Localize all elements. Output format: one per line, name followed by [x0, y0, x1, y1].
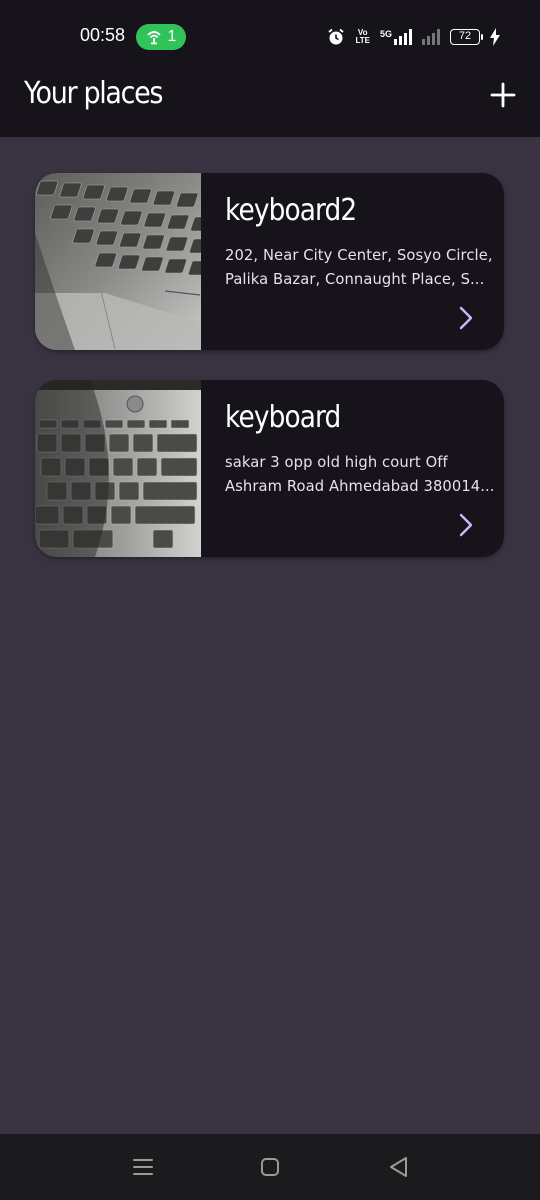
place-card[interactable]: keyboard sakar 3 opp old high court Off … — [35, 380, 504, 557]
place-image — [35, 173, 201, 350]
status-time: 00:58 — [80, 25, 126, 45]
places-list: keyboard2 202, Near City Center, Sosyo C… — [35, 173, 504, 587]
hotspot-indicator: 1 — [136, 24, 186, 50]
signal-secondary-icon — [422, 29, 440, 45]
back-icon — [390, 1157, 407, 1177]
battery-level: 72 — [458, 30, 472, 42]
place-address-line: Palika Bazar, Connaught Place, S... — [225, 270, 485, 288]
signal-primary: 5G — [380, 29, 412, 45]
menu-icon — [133, 1159, 153, 1175]
home-icon — [261, 1158, 279, 1176]
volte-indicator: Vo LTE — [355, 29, 370, 45]
place-title: keyboard — [225, 400, 341, 435]
signal-bars-icon — [394, 29, 412, 45]
hotspot-icon — [146, 31, 161, 45]
place-address-line: Ashram Road Ahmedabad 380014... — [225, 477, 495, 495]
home-button[interactable] — [257, 1154, 283, 1180]
place-address: sakar 3 opp old high court Off Ashram Ro… — [225, 450, 501, 498]
volte-bottom-label: LTE — [355, 36, 370, 45]
add-place-button[interactable] — [488, 80, 518, 110]
place-title: keyboard2 — [225, 193, 357, 228]
network-type-label: 5G — [379, 29, 392, 39]
chevron-right-icon — [459, 513, 473, 537]
recent-apps-button[interactable] — [130, 1154, 156, 1180]
status-icons: Vo LTE 5G 72 — [327, 26, 500, 48]
place-image — [35, 380, 201, 557]
hotspot-count: 1 — [167, 28, 177, 45]
system-nav-bar — [0, 1134, 540, 1200]
alarm-icon — [328, 28, 345, 45]
page-title: Your places — [24, 76, 163, 111]
status-bar: 00:58 1 Vo LTE 5G 72 — [0, 0, 540, 70]
place-address-line: 202, Near City Center, Sosyo Circle, — [225, 246, 493, 264]
app-bar: Your places — [0, 70, 540, 137]
back-button[interactable] — [386, 1154, 412, 1180]
battery-indicator: 72 — [450, 29, 483, 45]
chevron-right-icon — [459, 306, 473, 330]
place-address-line: sakar 3 opp old high court Off — [225, 453, 448, 471]
charging-bolt-icon — [490, 28, 500, 46]
place-card[interactable]: keyboard2 202, Near City Center, Sosyo C… — [35, 173, 504, 350]
plus-icon — [490, 82, 516, 108]
place-address: 202, Near City Center, Sosyo Circle, Pal… — [225, 243, 501, 291]
